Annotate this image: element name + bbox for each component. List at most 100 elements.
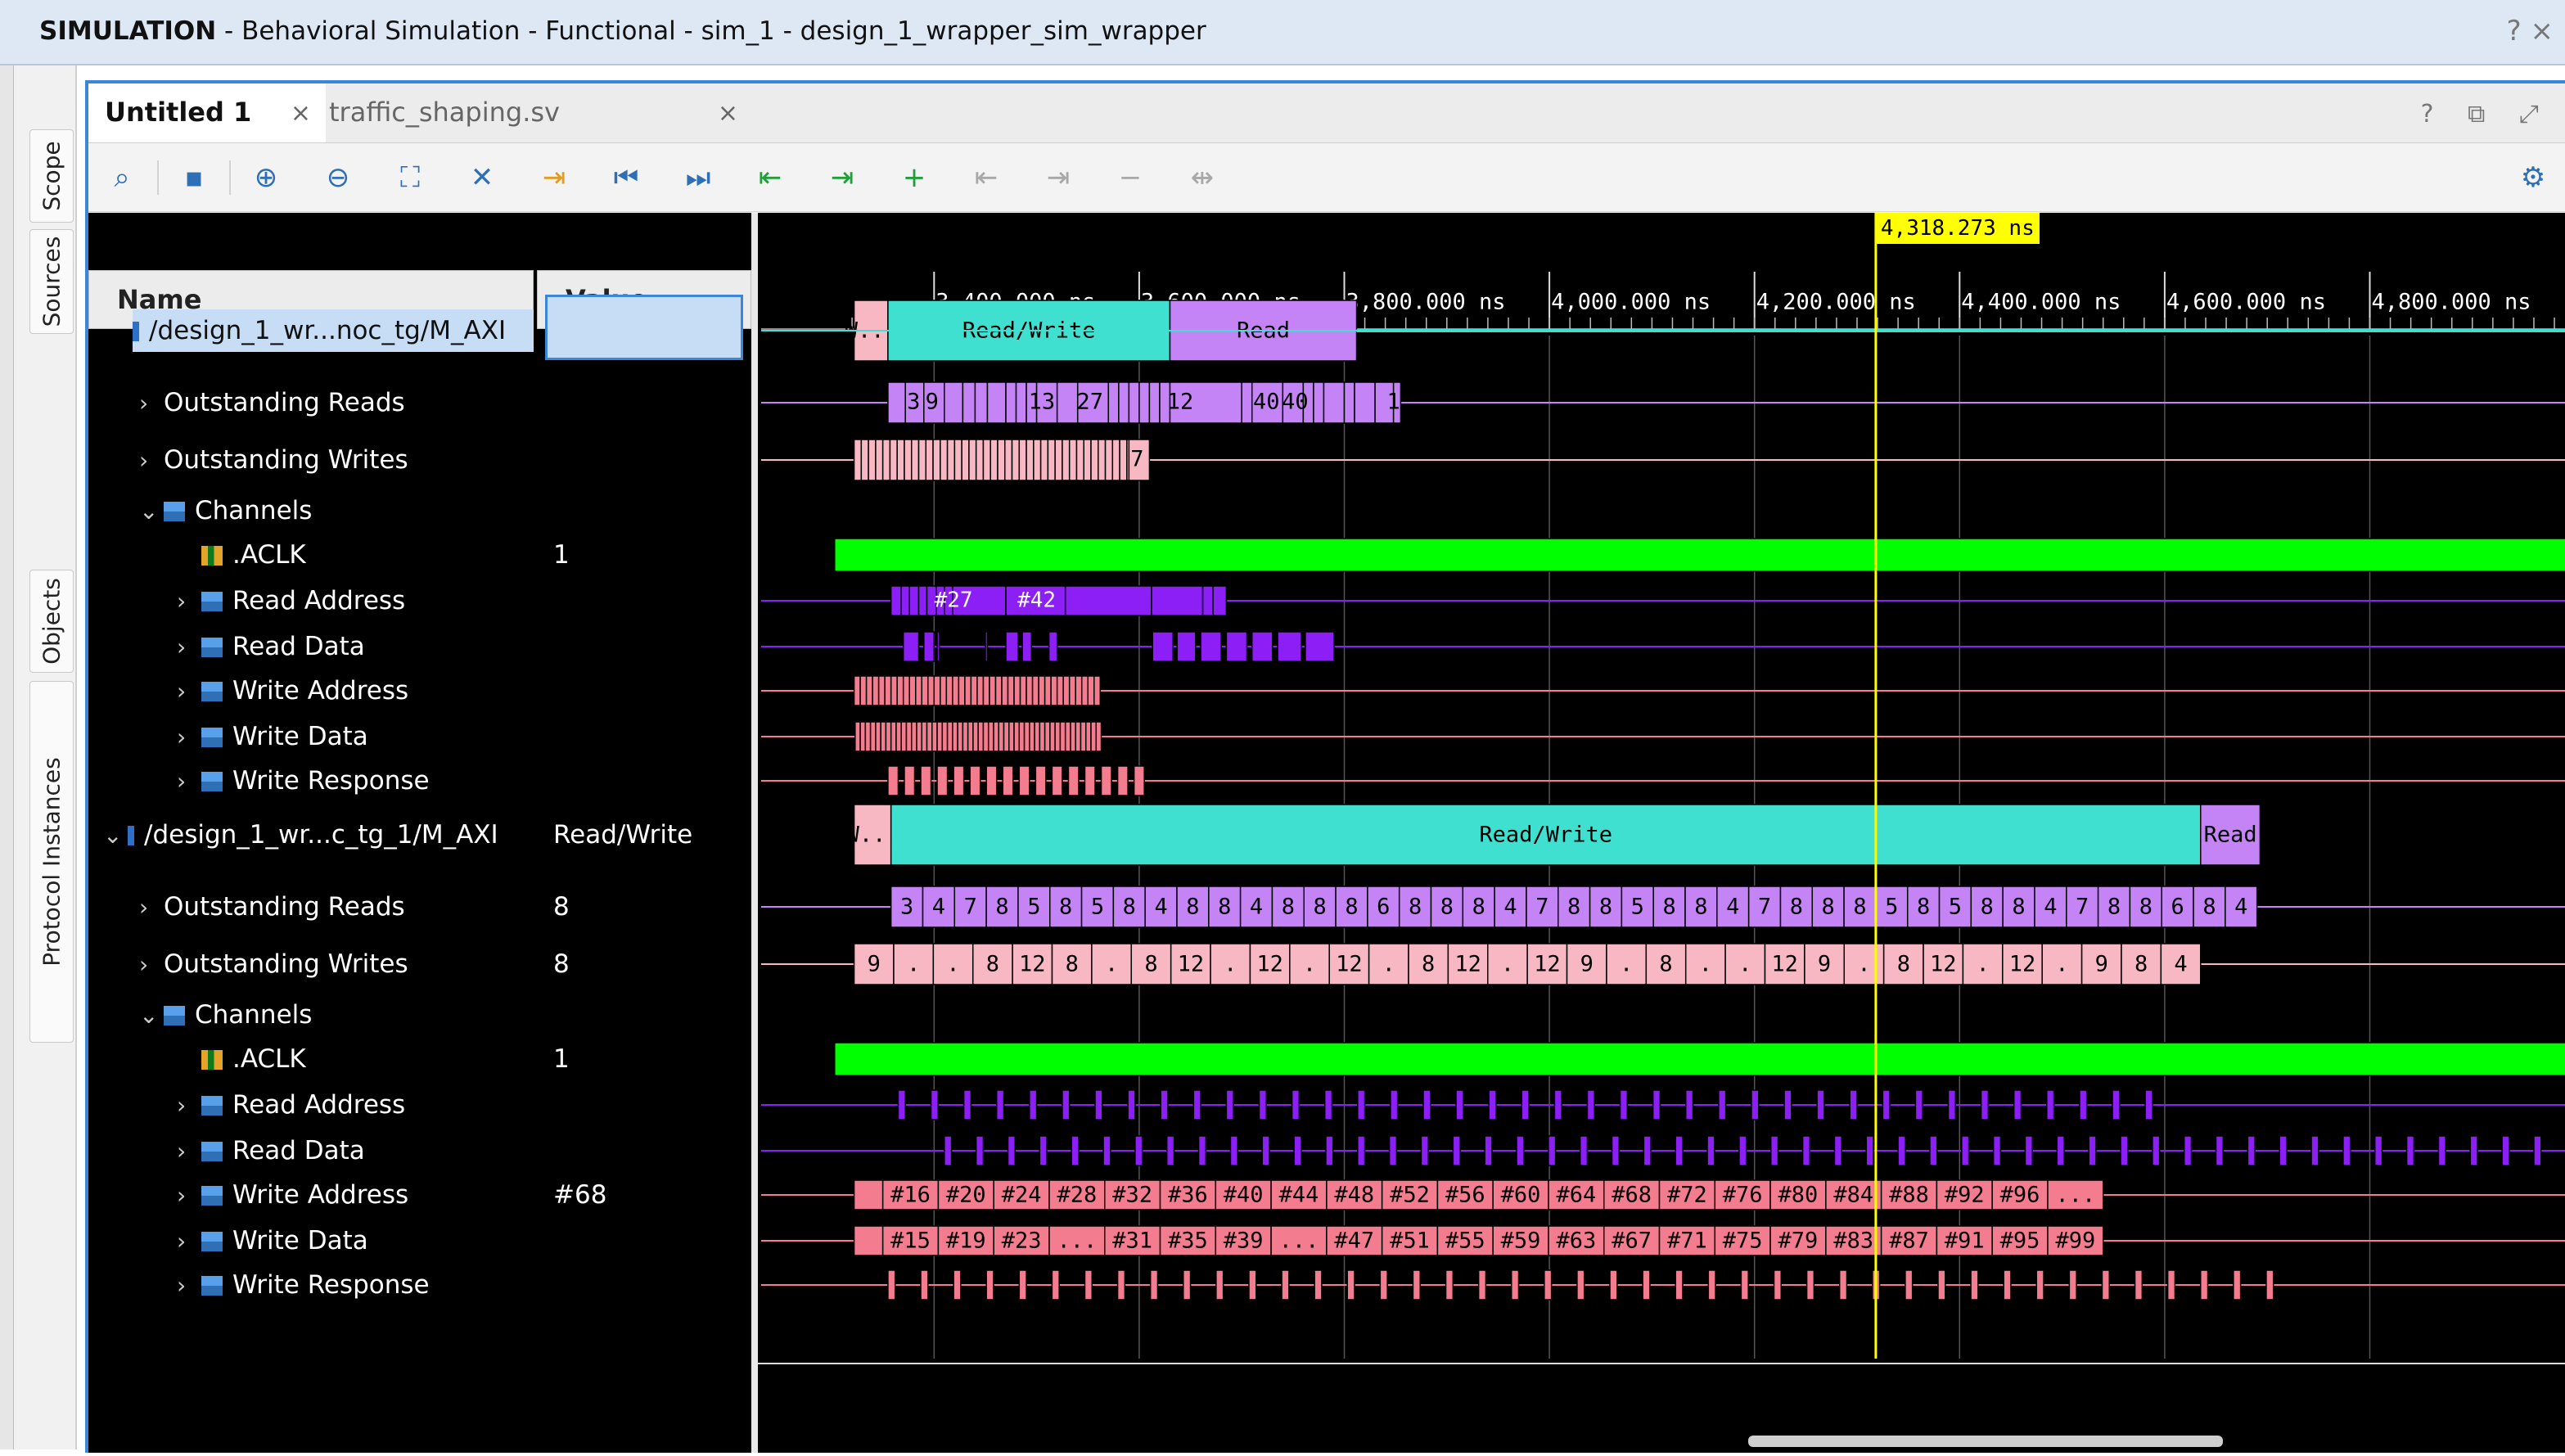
collapse-chevron-icon[interactable]: ⌄ — [139, 994, 164, 1037]
signal-row-8[interactable]: › Write Data — [88, 715, 368, 758]
signal-row-0[interactable]: /design_1_wr...noc_tg/M_AXI — [133, 309, 534, 352]
signal-row-18[interactable]: › Write Data — [88, 1219, 368, 1262]
inst1-rd-seg — [1039, 1135, 1048, 1166]
inst1-state-label: Read/Write — [1479, 823, 1612, 848]
save-icon[interactable]: ▪ — [174, 157, 214, 198]
signal-row-17[interactable]: › Write Address — [88, 1174, 408, 1216]
inst0-wa-seg — [1038, 675, 1046, 706]
close-tab-icon[interactable]: × — [718, 85, 738, 142]
expand-chevron-icon[interactable]: › — [177, 760, 201, 803]
tab-untitled-1[interactable]: Untitled 1 × — [88, 83, 326, 142]
signal-row-5[interactable]: › Read Address — [88, 579, 405, 622]
signal-row-6[interactable]: › Read Data — [88, 625, 365, 668]
expand-chevron-icon[interactable]: › — [177, 1130, 201, 1173]
next-marker-icon[interactable]: ⇥ — [1038, 157, 1079, 198]
signal-row-16[interactable]: › Read Data — [88, 1129, 365, 1172]
inst1-wd-seg-label: #31 — [1112, 1228, 1152, 1254]
inst1-writes-seg-label: . — [946, 952, 959, 977]
signal-row-9[interactable]: › Write Response — [88, 760, 430, 802]
inst0-wa-seg — [1062, 675, 1071, 706]
expand-chevron-icon[interactable]: › — [177, 670, 201, 713]
inst1-rd-seg — [1293, 1135, 1302, 1166]
settings-icon[interactable]: ⚙ — [2513, 157, 2554, 198]
inst1-wr-seg — [1675, 1269, 1684, 1300]
expand-chevron-icon[interactable]: › — [177, 1174, 201, 1217]
inst0-wd-seg — [977, 721, 985, 752]
previous-marker-icon[interactable]: ⇤ — [966, 157, 1007, 198]
inst1-writes-seg-label: 4 — [2174, 952, 2187, 977]
cursor-snap-icon[interactable]: ✕ — [462, 157, 503, 198]
inst1-rd-seg — [2469, 1135, 2478, 1166]
inst0-ra-id: #42 — [1017, 588, 1056, 613]
inst0-writes-seg — [1068, 439, 1078, 481]
waveform-canvas[interactable]: 3,400.000 ns3,600.000 ns3,800.000 ns4,00… — [758, 213, 2565, 1453]
inst1-wd-seg-label: #95 — [2000, 1228, 2040, 1254]
side-tab-protocol-instances[interactable]: Protocol Instances — [29, 681, 74, 1043]
inst1-rd-seg — [1007, 1135, 1017, 1166]
signal-name: Write Response — [232, 1270, 430, 1300]
expand-chevron-icon[interactable]: › — [177, 1220, 201, 1263]
inst0-wd-seg — [1003, 721, 1010, 752]
go-to-start-icon[interactable]: ⏮ — [606, 157, 647, 198]
inst0-writes-seg — [1054, 439, 1063, 481]
close-tab-icon[interactable]: × — [291, 85, 311, 142]
expand-chevron-icon[interactable]: › — [139, 382, 164, 425]
collapse-chevron-icon[interactable]: ⌄ — [139, 490, 164, 533]
signal-row-13[interactable]: ⌄ Channels — [88, 994, 312, 1036]
inst1-wr-seg — [1805, 1269, 1815, 1300]
inst1-wr-seg — [2035, 1269, 2044, 1300]
go-to-cursor-icon[interactable]: ⇥ — [534, 157, 575, 198]
side-tab-sources[interactable]: Sources — [29, 229, 74, 334]
expand-chevron-icon[interactable]: › — [139, 886, 164, 929]
expand-chevron-icon[interactable]: › — [139, 944, 164, 986]
inst0-wd-seg — [905, 721, 913, 752]
search-icon[interactable]: ⌕ — [101, 157, 142, 198]
expand-chevron-icon[interactable]: › — [177, 626, 201, 669]
add-marker-icon[interactable]: + — [894, 157, 935, 198]
side-tab-objects[interactable]: Objects — [29, 570, 74, 673]
expand-chevron-icon[interactable]: › — [177, 1084, 201, 1127]
inst1-writes-seg-label: 12 — [1534, 952, 1561, 977]
expand-chevron-icon[interactable]: › — [177, 1264, 201, 1307]
previous-transition-icon[interactable]: ⇤ — [750, 157, 791, 198]
signal-row-7[interactable]: › Write Address — [88, 669, 408, 712]
signal-row-11[interactable]: › Outstanding Reads — [88, 886, 405, 928]
column-splitter[interactable] — [751, 213, 758, 1453]
swap-cursor-icon[interactable]: ⇹ — [1182, 157, 1223, 198]
go-to-end-icon[interactable]: ⏭ — [678, 157, 719, 198]
delete-marker-icon[interactable]: − — [1110, 157, 1151, 198]
inst0-reads-seg — [1138, 381, 1151, 424]
signal-name: Outstanding Reads — [164, 388, 405, 417]
tab-traffic-shaping[interactable]: traffic_shaping.sv × — [313, 83, 753, 142]
signal-row-15[interactable]: › Read Address — [88, 1084, 405, 1126]
inst0-wd-seg — [1064, 721, 1071, 752]
inst1-wr-seg — [1116, 1269, 1126, 1300]
signal-row-2[interactable]: › Outstanding Writes — [88, 439, 408, 481]
signal-row-3[interactable]: ⌄ Channels — [88, 489, 312, 532]
expand-chevron-icon[interactable]: › — [139, 440, 164, 482]
zoom-in-icon[interactable]: ⊕ — [246, 157, 286, 198]
collapse-chevron-icon[interactable]: ⌄ — [103, 814, 128, 857]
side-tab-scope[interactable]: Scope — [29, 129, 74, 223]
inst0-wa-seg — [940, 675, 948, 706]
inst1-rd-seg — [1865, 1135, 1874, 1166]
zoom-out-icon[interactable]: ⊖ — [318, 157, 358, 198]
signal-row-1[interactable]: › Outstanding Reads — [88, 381, 405, 424]
inst0-wd-seg — [916, 721, 923, 752]
signal-row-10[interactable]: ⌄ /design_1_wr...c_tg_1/M_AXI — [88, 814, 498, 856]
signal-row-19[interactable]: › Write Response — [88, 1264, 430, 1306]
zoom-fit-icon[interactable]: ⛶ — [390, 157, 431, 198]
tab-window-controls[interactable]: ? ⧉ ⤢ — [2421, 100, 2552, 128]
close-icon[interactable]: × — [2531, 15, 2554, 47]
next-transition-icon[interactable]: ⇥ — [822, 157, 863, 198]
inst1-writes-seg-label: 12 — [1454, 952, 1481, 977]
help-icon[interactable]: ? — [2507, 15, 2522, 47]
signal-row-4[interactable]: .ACLK — [88, 534, 306, 576]
expand-chevron-icon[interactable]: › — [177, 716, 201, 759]
signal-row-12[interactable]: › Outstanding Writes — [88, 943, 408, 985]
inst0-rd-seg — [1200, 631, 1222, 662]
channel-group-icon — [201, 772, 223, 791]
expand-chevron-icon[interactable]: › — [177, 580, 201, 623]
signal-row-14[interactable]: .ACLK — [88, 1038, 306, 1080]
inst0-reads-value: 12 — [1167, 390, 1194, 415]
